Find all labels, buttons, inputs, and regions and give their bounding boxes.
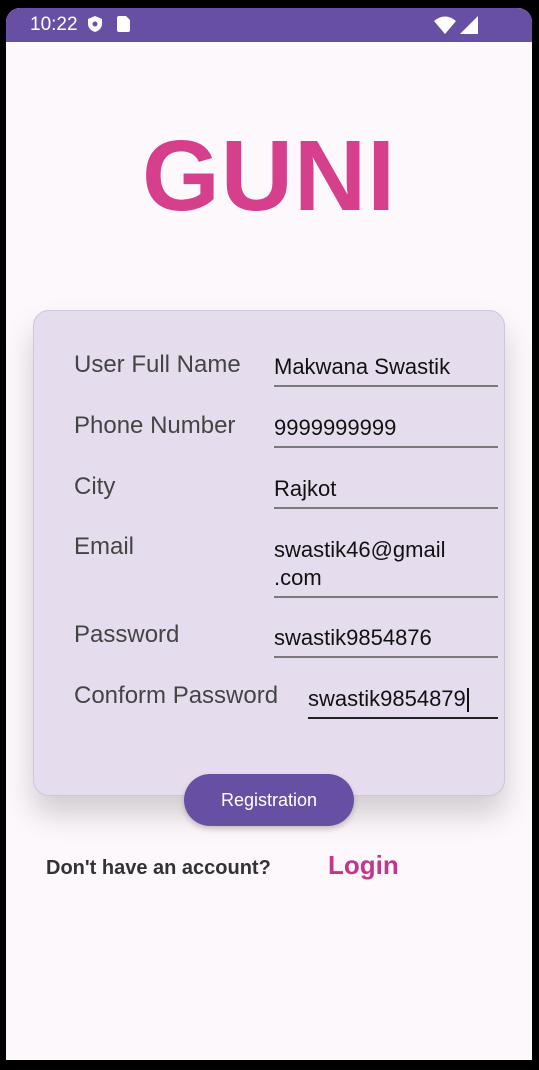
confirm-password-field[interactable]: swastik9854879 — [308, 685, 498, 719]
email-line-1: swastik46@gmail — [274, 537, 446, 562]
shield-icon — [88, 16, 102, 32]
label-phone: Phone Number — [74, 412, 236, 439]
label-full-name: User Full Name — [74, 351, 241, 378]
signal-icon — [460, 16, 478, 34]
wifi-icon — [434, 16, 456, 34]
city-field[interactable]: Rajkot — [274, 475, 498, 509]
label-city: City — [74, 473, 116, 500]
login-link[interactable]: Login — [328, 850, 399, 881]
no-account-text: Don't have an account? — [46, 857, 271, 879]
phone-screen: 10:22 GUNI User Full Name Makwana Swasti… — [6, 8, 532, 1060]
password-field[interactable]: swastik9854876 — [274, 624, 498, 658]
registration-button[interactable]: Registration — [184, 774, 354, 826]
guni-logo: GUNI — [142, 120, 396, 232]
registration-card: User Full Name Makwana Swastik Phone Num… — [33, 310, 505, 796]
confirm-password-value: swastik9854879 — [308, 686, 466, 711]
text-cursor — [466, 688, 469, 713]
full-name-field[interactable]: Makwana Swastik — [274, 353, 498, 387]
status-bar: 10:22 — [6, 8, 532, 42]
email-line-2: .com — [274, 565, 322, 590]
label-confirm-password: Conform Password — [74, 682, 279, 709]
label-email: Email — [74, 533, 135, 560]
phone-field[interactable]: 9999999999 — [274, 414, 498, 448]
label-password: Password — [74, 621, 180, 648]
status-time: 10:22 — [30, 14, 78, 35]
email-field[interactable]: swastik46@gmail .com — [274, 536, 498, 598]
sim-card-icon — [117, 16, 130, 32]
